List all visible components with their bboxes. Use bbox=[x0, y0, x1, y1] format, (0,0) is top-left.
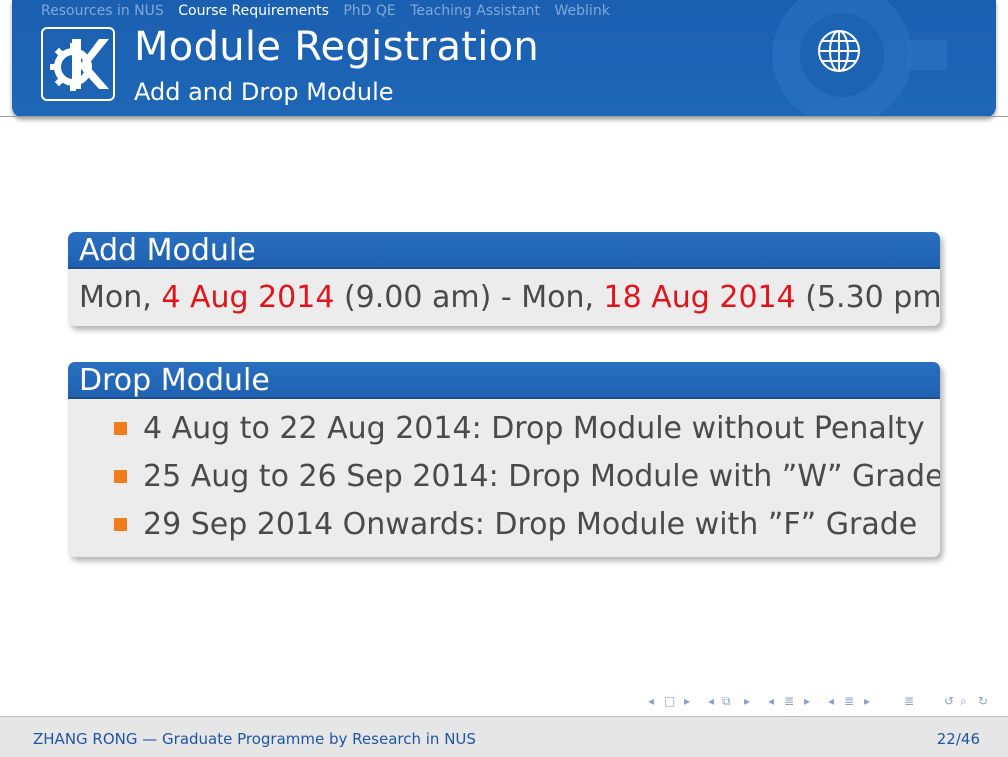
list-item-text: 29 Sep 2014 Onwards: Drop Module with ”F… bbox=[143, 507, 918, 542]
prev-frame-icon[interactable]: ◂ bbox=[708, 694, 714, 708]
search-icon[interactable]: ⌕ bbox=[960, 694, 967, 709]
footer-author-title: ZHANG RONG — Graduate Programme by Resea… bbox=[33, 730, 476, 748]
nav-item-weblink[interactable]: Weblink bbox=[555, 3, 610, 19]
subsection-icon[interactable]: ≣ bbox=[784, 694, 794, 708]
drop-module-block: Drop Module 4 Aug to 22 Aug 2014: Drop M… bbox=[68, 362, 940, 557]
kde-logo-icon bbox=[41, 27, 115, 101]
slide-header: Resources in NUS Course Requirements PhD… bbox=[12, 0, 996, 117]
add-module-dates: Mon, 4 Aug 2014 (9.00 am) - Mon, 18 Aug … bbox=[68, 269, 940, 326]
drop-module-title: Drop Module bbox=[68, 362, 940, 399]
page-number: 22/46 bbox=[936, 730, 980, 748]
bullet-square-icon bbox=[114, 422, 127, 435]
forward-icon[interactable]: ↻ bbox=[978, 694, 988, 708]
prev-subsection-icon[interactable]: ◂ bbox=[768, 694, 774, 708]
prev-slide-icon[interactable]: ◂ bbox=[648, 694, 654, 708]
add-text-3: (5.30 pm) bbox=[795, 280, 940, 315]
list-item-text: 25 Aug to 26 Sep 2014: Drop Module with … bbox=[143, 459, 940, 494]
next-frame-icon[interactable]: ▸ bbox=[744, 694, 750, 708]
list-item: 25 Aug to 26 Sep 2014: Drop Module with … bbox=[79, 453, 940, 501]
document-icon[interactable]: ≣ bbox=[904, 694, 914, 708]
nav-item-course-requirements[interactable]: Course Requirements bbox=[178, 3, 329, 19]
back-icon[interactable]: ↺ bbox=[944, 694, 954, 708]
bullet-square-icon bbox=[114, 518, 127, 531]
section-nav: Resources in NUS Course Requirements PhD… bbox=[41, 3, 620, 21]
nav-item-teaching-assistant[interactable]: Teaching Assistant bbox=[410, 3, 540, 19]
kde-gear-k-icon bbox=[50, 39, 109, 91]
page-title: Module Registration bbox=[134, 24, 540, 70]
prev-section-icon[interactable]: ◂ bbox=[828, 694, 834, 708]
next-subsection-icon[interactable]: ▸ bbox=[804, 694, 810, 708]
add-module-title: Add Module bbox=[68, 232, 940, 269]
globe-icon bbox=[818, 30, 860, 72]
nav-item-resources[interactable]: Resources in NUS bbox=[41, 3, 164, 19]
add-text-1: Mon, bbox=[79, 280, 162, 315]
header-divider bbox=[0, 116, 1008, 117]
next-slide-icon[interactable]: ▸ bbox=[684, 694, 690, 708]
page-subtitle: Add and Drop Module bbox=[134, 78, 394, 106]
next-section-icon[interactable]: ▸ bbox=[864, 694, 870, 708]
drop-module-body: 4 Aug to 22 Aug 2014: Drop Module withou… bbox=[68, 399, 940, 557]
slide-footer: ZHANG RONG — Graduate Programme by Resea… bbox=[0, 716, 1008, 757]
list-item: 4 Aug to 22 Aug 2014: Drop Module withou… bbox=[79, 405, 929, 453]
add-start-date: 4 Aug 2014 bbox=[161, 280, 335, 315]
slide-box-icon[interactable]: □ bbox=[664, 694, 675, 708]
drop-module-list: 4 Aug to 22 Aug 2014: Drop Module withou… bbox=[79, 399, 940, 557]
list-item: 29 Sep 2014 Onwards: Drop Module with ”F… bbox=[79, 501, 929, 549]
add-end-date: 18 Aug 2014 bbox=[603, 280, 796, 315]
list-item-text: 4 Aug to 22 Aug 2014: Drop Module withou… bbox=[143, 411, 925, 446]
add-module-block: Add Module Mon, 4 Aug 2014 (9.00 am) - M… bbox=[68, 232, 940, 326]
bullet-square-icon bbox=[114, 470, 127, 483]
add-text-2: (9.00 am) - Mon, bbox=[334, 280, 604, 315]
section-icon[interactable]: ≣ bbox=[844, 694, 854, 708]
frame-box-icon[interactable]: ⧉ bbox=[722, 694, 731, 709]
nav-item-phd-qe[interactable]: PhD QE bbox=[343, 3, 395, 19]
beamer-navigation-bar: ◂ □ ▸ ◂ ⧉ ▸ ◂ ≣ ▸ ◂ ≣ ▸ ≣ ↺ ⌕ ↻ bbox=[648, 694, 1000, 710]
